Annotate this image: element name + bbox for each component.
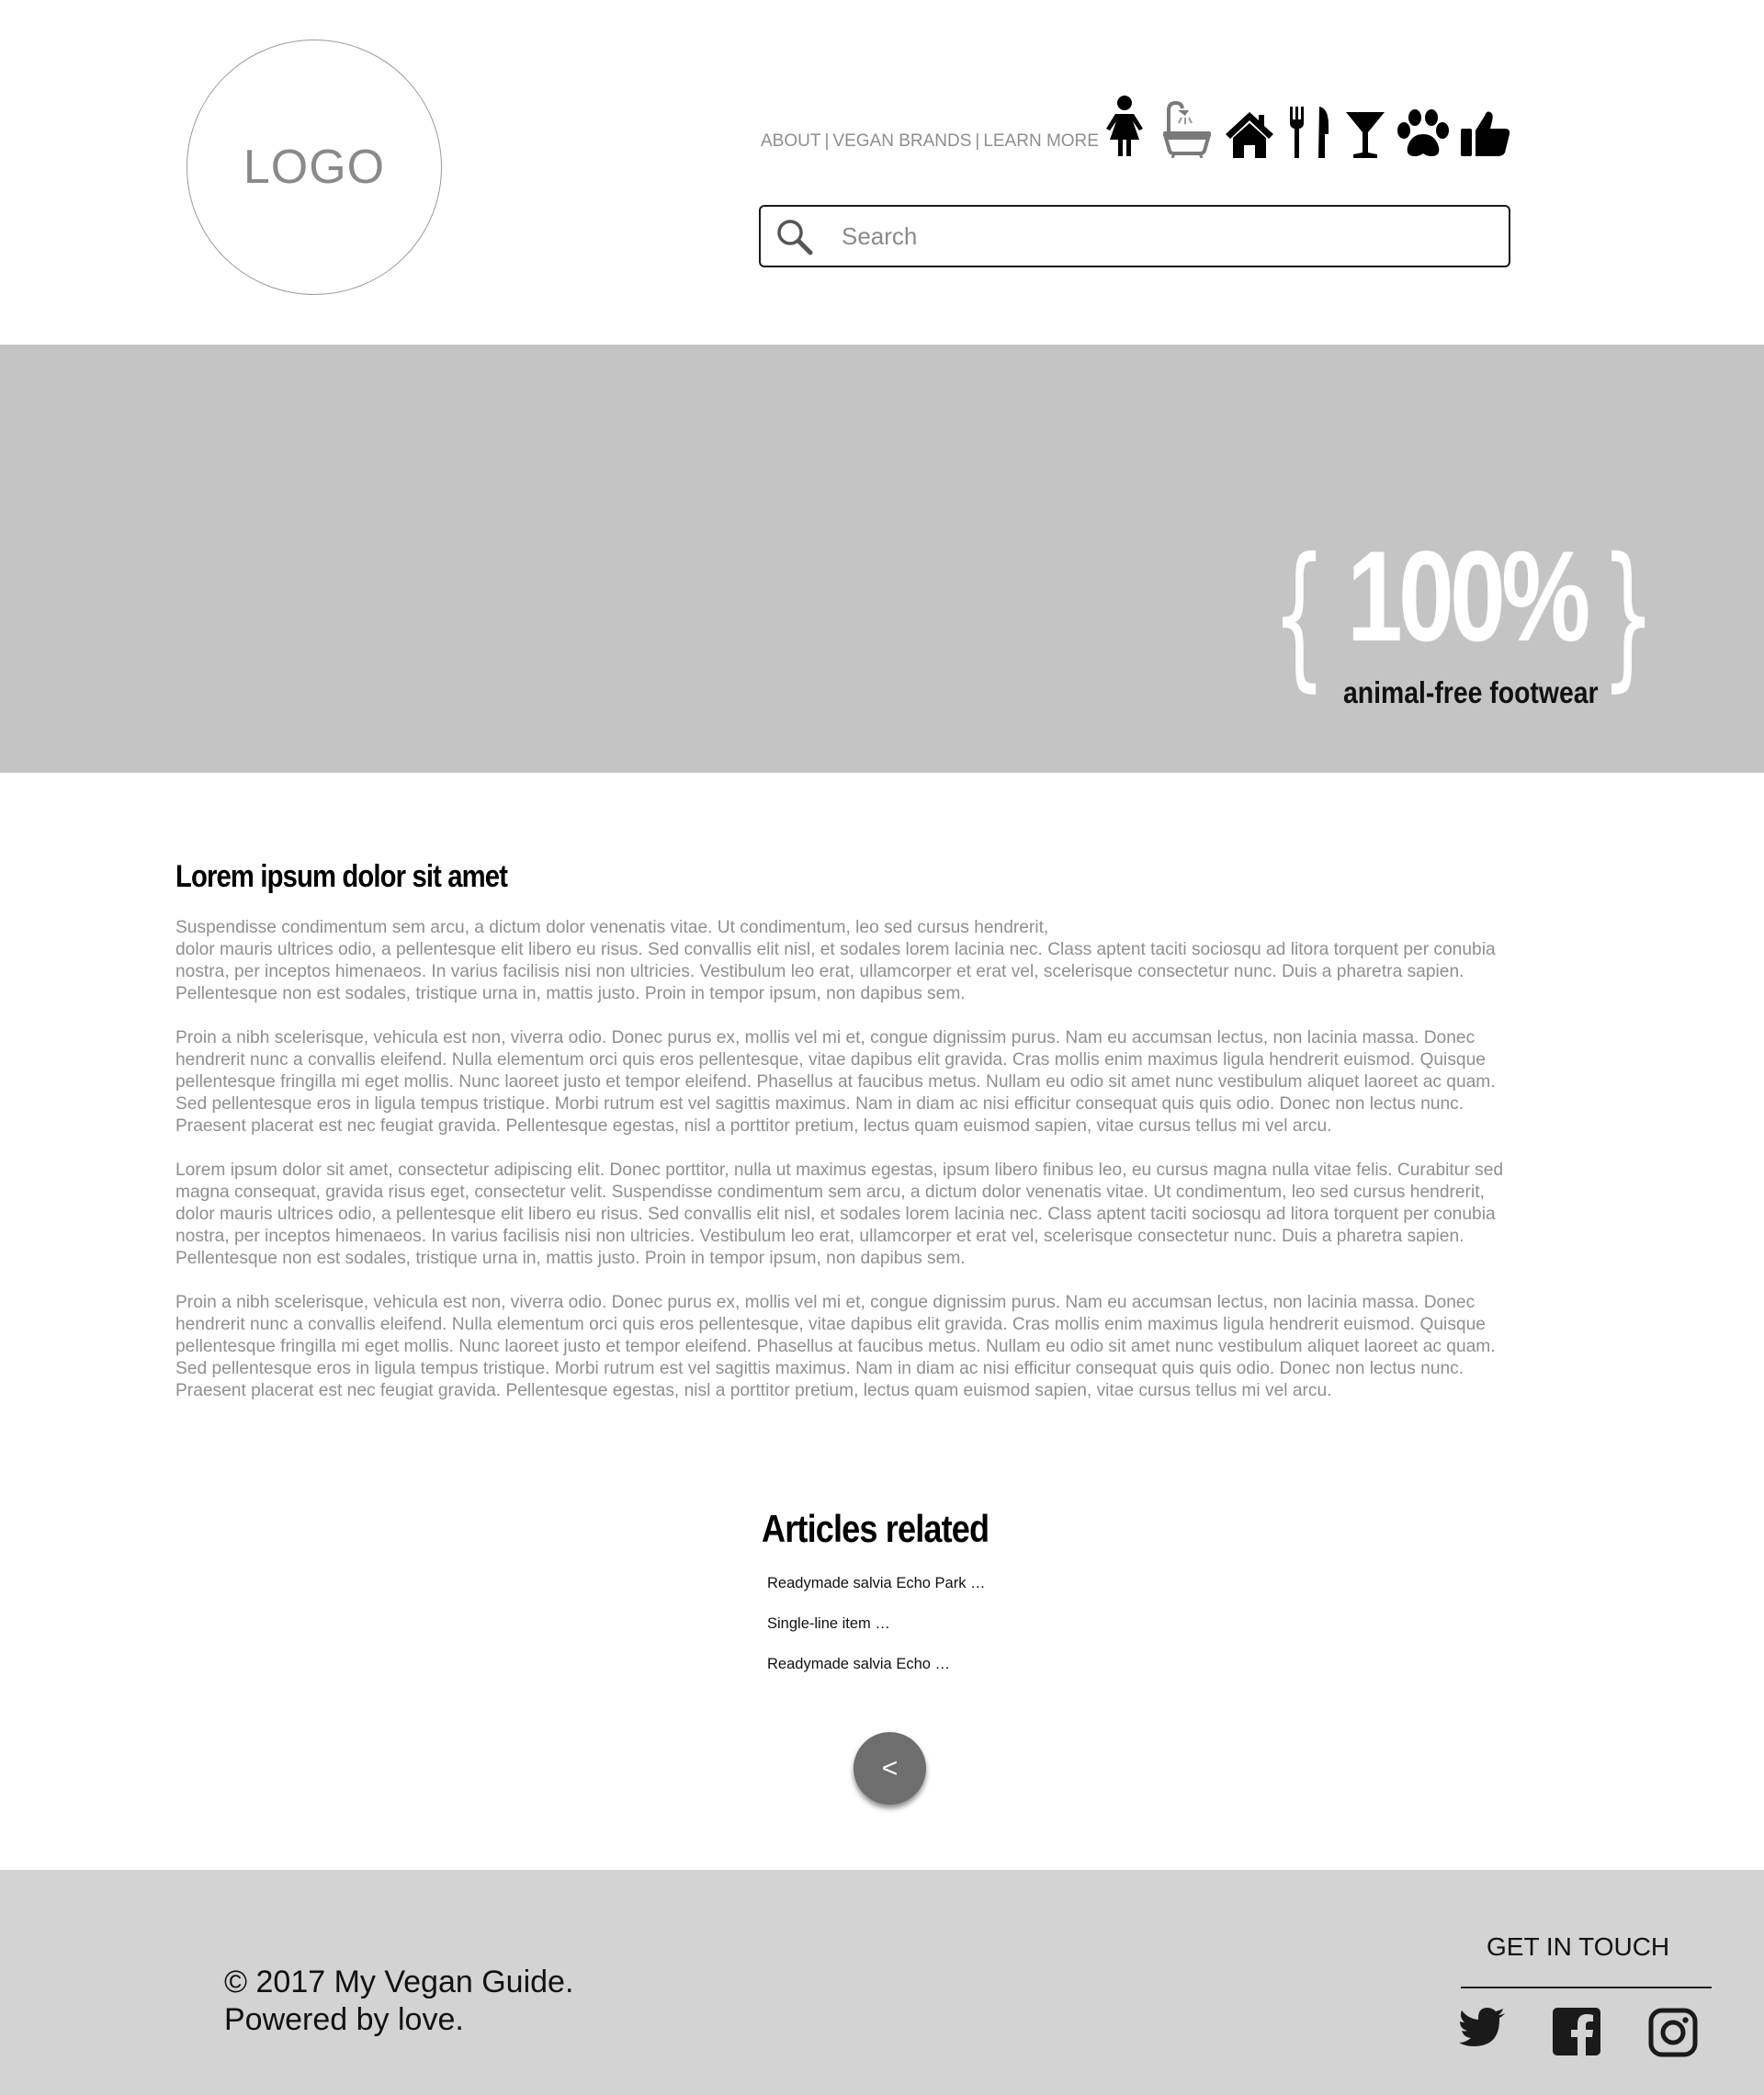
article-paragraph: Proin a nibh scelerisque, vehicula est n…: [175, 1028, 1496, 1136]
hero-banner: { 100% animal-free footwear }: [0, 345, 1764, 773]
footer: © 2017 My Vegan Guide. Powered by love. …: [0, 1870, 1764, 2095]
divider: [1461, 1987, 1712, 1988]
copyright-tagline: Powered by love.: [224, 2002, 464, 2037]
nav-separator: |: [824, 131, 830, 151]
logo-text: LOGO: [243, 141, 386, 194]
nav-separator: |: [975, 131, 980, 151]
related-item[interactable]: Readymade salvia Echo Park …: [767, 1575, 986, 1592]
search-bar[interactable]: [759, 205, 1510, 267]
twitter-icon[interactable]: [1459, 2008, 1507, 2055]
facebook-icon[interactable]: [1553, 2008, 1600, 2060]
instagram-icon[interactable]: [1648, 2008, 1698, 2062]
utensils-icon[interactable]: [1288, 92, 1332, 158]
brace-close: }: [1600, 525, 1656, 707]
article-paragraph: Proin a nibh scelerisque, vehicula est n…: [175, 1293, 1496, 1400]
copyright-line: © 2017 My Vegan Guide.: [224, 1965, 574, 1999]
paw-icon[interactable]: [1396, 92, 1450, 158]
nav-link-vegan-brands[interactable]: VEGAN BRANDS: [832, 131, 971, 151]
article-title: Lorem ipsum dolor sit amet: [175, 859, 508, 894]
article-paragraph: Lorem ipsum dolor sit amet, consectetur …: [175, 1161, 1504, 1268]
top-nav: ABOUT | VEGAN BRANDS | LEARN MORE: [761, 131, 1099, 152]
get-in-touch-heading: GET IN TOUCH: [1487, 1932, 1670, 1961]
search-input[interactable]: [840, 207, 1487, 266]
bathtub-icon[interactable]: [1163, 92, 1211, 158]
nav-link-learn-more[interactable]: LEARN MORE: [983, 131, 1099, 151]
thumbs-up-icon[interactable]: [1461, 92, 1510, 158]
back-button[interactable]: <: [854, 1732, 926, 1805]
home-icon[interactable]: [1224, 92, 1275, 158]
banner-subline: animal-free footwear: [1343, 675, 1599, 709]
nav-link-about[interactable]: ABOUT: [761, 131, 820, 151]
search-icon[interactable]: [775, 218, 814, 261]
related-item[interactable]: Single-line item …: [767, 1615, 890, 1633]
related-title: Articles related: [762, 1507, 989, 1550]
copyright: © 2017 My Vegan Guide. Powered by love.: [224, 1964, 573, 2039]
related-item[interactable]: Readymade salvia Echo …: [767, 1656, 950, 1673]
article-paragraph: Suspendisse condimentum sem arcu, a dict…: [175, 918, 1496, 1003]
cocktail-icon[interactable]: [1344, 92, 1386, 158]
brace-open: {: [1272, 525, 1327, 707]
woman-icon[interactable]: [1102, 92, 1147, 158]
article-body: Suspendisse condimentum sem arcu, a dict…: [175, 917, 1590, 1424]
logo[interactable]: LOGO: [187, 40, 442, 295]
banner-headline: 100%: [1347, 524, 1590, 668]
